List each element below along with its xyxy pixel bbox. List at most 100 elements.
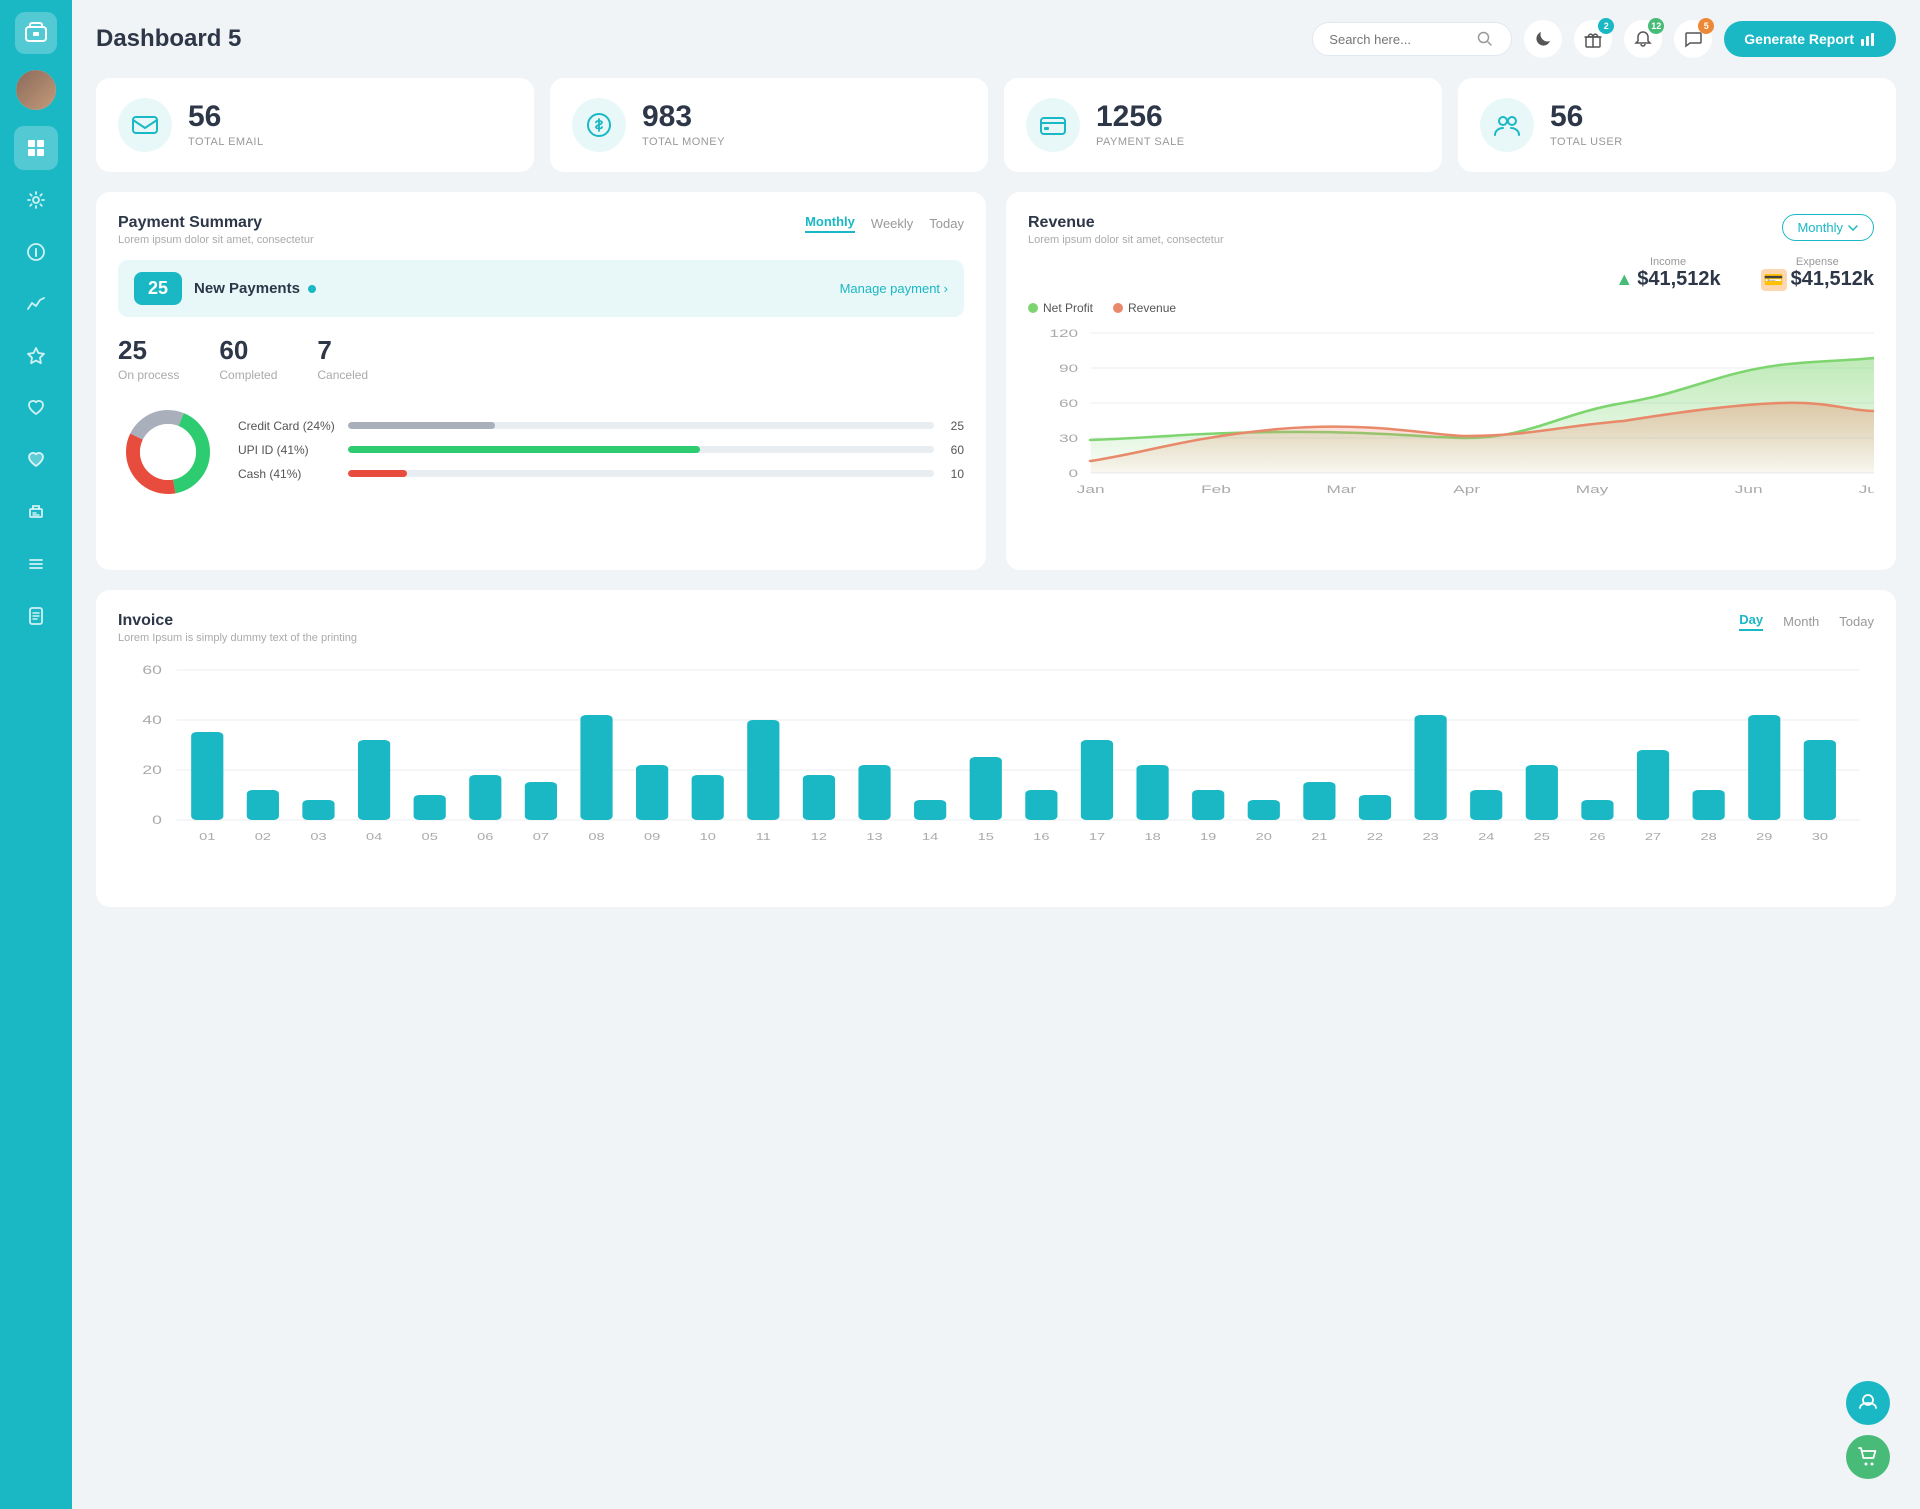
tab-month[interactable]: Month	[1783, 614, 1819, 629]
svg-text:11: 11	[756, 831, 771, 842]
sidebar-item-chart[interactable]	[14, 282, 58, 326]
avatar[interactable]	[16, 70, 56, 110]
invoice-title: Invoice	[118, 612, 357, 630]
sidebar-item-heart2[interactable]	[14, 438, 58, 482]
progress-row-cc: Credit Card (24%) 25	[238, 419, 964, 433]
svg-text:14: 14	[922, 831, 938, 842]
income-arrow-icon: ▲	[1615, 269, 1633, 290]
fab-support-button[interactable]	[1846, 1381, 1890, 1425]
svg-text:05: 05	[422, 831, 438, 842]
main-content: Dashboard 5 2 12 5 Generate Repo	[72, 0, 1920, 1509]
tab-today[interactable]: Today	[1839, 614, 1874, 629]
manage-payment-link[interactable]: Manage payment ›	[840, 281, 948, 296]
search-input[interactable]	[1329, 32, 1469, 47]
tab-day[interactable]: Day	[1739, 612, 1763, 631]
revenue-card: Revenue Lorem ipsum dolor sit amet, cons…	[1006, 192, 1896, 570]
svg-text:28: 28	[1701, 831, 1717, 842]
sidebar-item-heart[interactable]	[14, 386, 58, 430]
revenue-subtitle: Lorem ipsum dolor sit amet, consectetur	[1028, 234, 1224, 246]
headset-icon	[1857, 1392, 1879, 1414]
content-row: Payment Summary Lorem ipsum dolor sit am…	[96, 192, 1896, 570]
svg-text:30: 30	[1812, 831, 1828, 842]
chat-button[interactable]: 5	[1674, 20, 1712, 58]
tab-monthly[interactable]: Monthly	[805, 214, 855, 233]
stat-label-email: TOTAL EMAIL	[188, 136, 264, 148]
revenue-title: Revenue	[1028, 214, 1224, 232]
dark-mode-button[interactable]	[1524, 20, 1562, 58]
chat-icon	[1684, 30, 1702, 48]
stat-card-money: 983 TOTAL MONEY	[550, 78, 988, 172]
gift-button[interactable]: 2	[1574, 20, 1612, 58]
new-payments-label: New Payments	[194, 280, 316, 297]
svg-text:18: 18	[1144, 831, 1160, 842]
svg-text:20: 20	[1256, 831, 1272, 842]
sidebar-item-doc[interactable]	[14, 594, 58, 638]
svg-text:24: 24	[1478, 831, 1494, 842]
sidebar-item-list[interactable]	[14, 542, 58, 586]
stat-on-process: 25 On process	[118, 335, 179, 382]
tab-today[interactable]: Today	[929, 216, 964, 231]
sidebar-item-dashboard[interactable]	[14, 126, 58, 170]
bar-chart-icon	[1860, 31, 1876, 47]
svg-text:40: 40	[142, 714, 162, 728]
svg-text:07: 07	[533, 831, 549, 842]
svg-text:26: 26	[1589, 831, 1605, 842]
svg-text:04: 04	[366, 831, 382, 842]
revenue-chart: 120 90 60 30 0	[1028, 323, 1874, 548]
svg-text:13: 13	[866, 831, 882, 842]
new-payments-bar: 25 New Payments Manage payment ›	[118, 260, 964, 317]
sidebar-item-print[interactable]	[14, 490, 58, 534]
invoice-card: Invoice Lorem Ipsum is simply dummy text…	[96, 590, 1896, 907]
cart-icon	[1857, 1446, 1879, 1468]
search-icon	[1477, 31, 1493, 47]
svg-text:17: 17	[1089, 831, 1105, 842]
search-box	[1312, 22, 1512, 56]
gift-badge: 2	[1598, 18, 1614, 34]
payment-summary-subtitle: Lorem ipsum dolor sit amet, consectetur	[118, 234, 314, 246]
stats-grid: 56 TOTAL EMAIL 983 TOTAL MONEY 1256 PAYM…	[96, 78, 1896, 172]
expense-item: Expense 💳 $41,512k	[1761, 256, 1874, 291]
bell-button[interactable]: 12	[1624, 20, 1662, 58]
expense-icon: 💳	[1761, 269, 1787, 291]
stat-label-user: TOTAL USER	[1550, 136, 1623, 148]
revenue-legend: Net Profit Revenue	[1028, 301, 1874, 315]
sidebar-logo[interactable]	[15, 12, 57, 54]
generate-report-button[interactable]: Generate Report	[1724, 21, 1896, 57]
invoice-bar-chart: 60 40 20 0	[118, 660, 1874, 885]
svg-text:0: 0	[1069, 468, 1079, 480]
svg-text:Feb: Feb	[1201, 484, 1231, 496]
progress-bar-bg-cc	[348, 422, 934, 429]
progress-section: Credit Card (24%) 25 UPI ID (41%) 60	[238, 419, 964, 491]
progress-row-cash: Cash (41%) 10	[238, 467, 964, 481]
new-payments-dot	[308, 285, 316, 293]
fab-cart-button[interactable]	[1846, 1435, 1890, 1479]
tab-weekly[interactable]: Weekly	[871, 216, 913, 231]
invoice-subtitle: Lorem Ipsum is simply dummy text of the …	[118, 632, 357, 644]
revenue-monthly-button[interactable]: Monthly	[1782, 214, 1874, 241]
fab-group	[1846, 1381, 1890, 1479]
stat-card-payment: 1256 PAYMENT SALE	[1004, 78, 1442, 172]
sidebar-item-star[interactable]	[14, 334, 58, 378]
payment-summary-title: Payment Summary	[118, 214, 314, 232]
svg-text:02: 02	[255, 831, 271, 842]
svg-text:Apr: Apr	[1453, 484, 1480, 496]
svg-text:19: 19	[1200, 831, 1216, 842]
progress-label-upi: UPI ID (41%)	[238, 443, 338, 457]
progress-bar-fill-cc	[348, 422, 495, 429]
svg-text:Mar: Mar	[1327, 484, 1357, 496]
svg-text:30: 30	[1059, 433, 1078, 445]
svg-text:May: May	[1576, 484, 1609, 496]
moon-icon	[1535, 31, 1552, 48]
svg-text:90: 90	[1059, 363, 1078, 375]
progress-label-cc: Credit Card (24%)	[238, 419, 338, 433]
svg-text:09: 09	[644, 831, 660, 842]
invoice-tabs: Day Month Today	[1739, 612, 1874, 631]
legend-revenue: Revenue	[1113, 301, 1176, 315]
sidebar-item-info[interactable]	[14, 230, 58, 274]
sidebar-item-settings[interactable]	[14, 178, 58, 222]
new-payments-count: 25	[134, 272, 182, 305]
svg-text:08: 08	[588, 831, 604, 842]
svg-text:27: 27	[1645, 831, 1661, 842]
svg-text:Jun: Jun	[1735, 484, 1763, 496]
stat-value-money: 983	[642, 102, 725, 132]
